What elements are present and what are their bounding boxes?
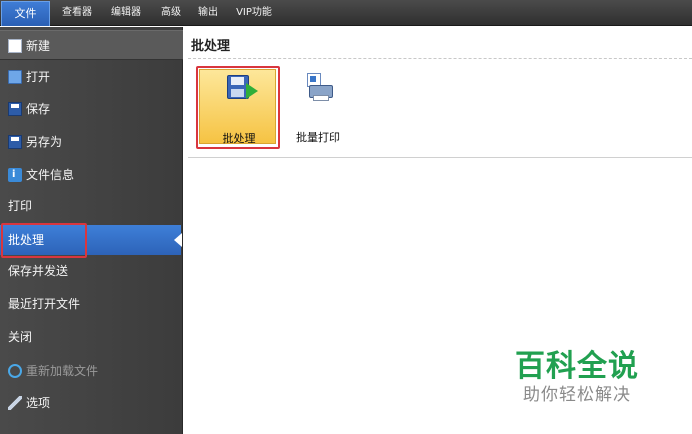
save-as-icon bbox=[8, 134, 22, 149]
sidebar-item-reload: 重新加载文件 bbox=[0, 356, 183, 386]
tile-label: 批量打印 bbox=[296, 131, 340, 144]
sidebar-item-label: 保存并发送 bbox=[8, 264, 69, 278]
sidebar-item-recent[interactable]: 最近打开文件 bbox=[0, 289, 183, 319]
sidebar-item-label: 文件信息 bbox=[26, 168, 75, 182]
menu-viewer[interactable]: 查看器 bbox=[56, 0, 98, 26]
page-title: 批处理 bbox=[191, 39, 231, 54]
sidebar-item-label: 关闭 bbox=[8, 330, 33, 344]
menu-output[interactable]: 输出 bbox=[193, 0, 223, 26]
menu-advanced[interactable]: 高级 bbox=[156, 0, 186, 26]
watermark-title: 百科全说 bbox=[515, 349, 639, 384]
sidebar-item-label: 新建 bbox=[26, 39, 51, 53]
menu-vip[interactable]: VIP功能 bbox=[229, 0, 279, 26]
sidebar-item-label: 选项 bbox=[26, 396, 51, 410]
sidebar-item-label: 打印 bbox=[8, 199, 33, 213]
menu-editor[interactable]: 编辑器 bbox=[105, 0, 147, 26]
watermark-subtitle: 助你轻松解决 bbox=[523, 385, 631, 405]
sidebar-item-label: 另存为 bbox=[26, 135, 63, 149]
menu-file[interactable]: 文件 bbox=[1, 1, 50, 26]
sidebar-item-label: 重新加载文件 bbox=[26, 364, 99, 378]
sidebar-item-file-info[interactable]: 文件信息 bbox=[0, 160, 183, 190]
sidebar-item-close[interactable]: 关闭 bbox=[0, 322, 183, 352]
sidebar-item-label: 最近打开文件 bbox=[8, 297, 81, 311]
selection-highlight-frame bbox=[1, 223, 87, 258]
options-tool-icon bbox=[8, 395, 22, 410]
section-divider bbox=[188, 157, 692, 158]
batch-process-button[interactable]: 批处理 bbox=[196, 66, 282, 149]
file-info-icon bbox=[8, 160, 22, 190]
new-document-icon bbox=[8, 38, 22, 53]
batch-print-button[interactable]: 批量打印 bbox=[291, 66, 345, 149]
sidebar-item-save[interactable]: 保存 bbox=[0, 94, 183, 124]
save-icon bbox=[8, 101, 22, 116]
folder-open-icon bbox=[8, 69, 22, 84]
sidebar-item-options[interactable]: 选项 bbox=[0, 388, 183, 418]
tile-highlight-frame bbox=[196, 66, 280, 149]
reload-icon bbox=[8, 363, 22, 378]
sidebar-item-new[interactable]: 新建 bbox=[0, 30, 183, 60]
sidebar-item-print[interactable]: 打印 bbox=[0, 191, 183, 221]
sidebar-item-label: 保存 bbox=[26, 102, 51, 116]
sidebar-item-save-as[interactable]: 另存为 bbox=[0, 127, 183, 157]
title-divider bbox=[188, 58, 692, 59]
batch-print-icon bbox=[305, 73, 335, 103]
menu-bar: 文件 查看器 编辑器 高级 输出 VIP功能 bbox=[0, 0, 692, 26]
sidebar-item-open[interactable]: 打开 bbox=[0, 62, 183, 92]
sidebar-item-label: 打开 bbox=[26, 70, 51, 84]
sidebar-item-save-send[interactable]: 保存并发送 bbox=[0, 256, 183, 286]
